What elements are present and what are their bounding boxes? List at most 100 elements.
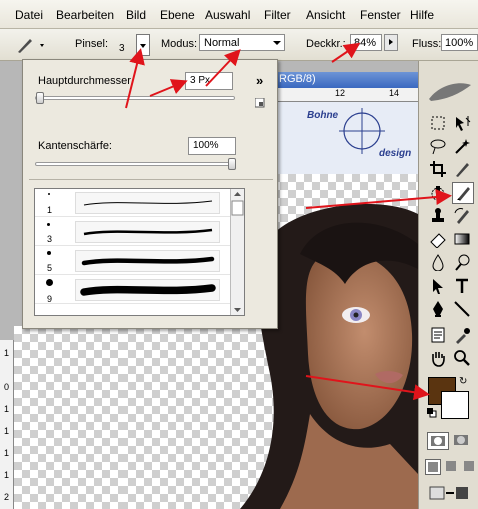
brush-tip-icon [47,223,50,226]
type-icon[interactable] [451,275,473,297]
brush-list-scrollbar[interactable] [230,189,244,315]
hardness-value: 100% [193,140,219,151]
ruler-tick-label: 1 [4,470,10,480]
logo-area: Bohne design [275,102,418,174]
opacity-value: 84% [354,37,377,49]
brush-size-readout: 3 [119,43,125,54]
ruler-tick-label: 1 [4,448,10,458]
diameter-label: Hauptdurchmesser [38,75,131,87]
menu-datei[interactable]: Datei [15,8,43,22]
hardness-slider-handle[interactable] [228,158,236,170]
opacity-field[interactable]: 84% [350,34,382,51]
brush-stroke-preview [75,250,220,272]
menu-ebene[interactable]: Ebene [160,8,195,22]
move-icon[interactable] [451,112,473,134]
panel-divider [29,179,273,180]
lasso-icon[interactable] [427,135,449,157]
line-icon[interactable] [451,298,473,320]
screen-mode-full-menu-icon[interactable] [444,459,460,475]
brush-size-label: 9 [47,294,53,304]
brush-size-label: 5 [47,263,53,273]
ruler-tick-label: 1 [4,426,10,436]
document-title: RGB/8) [279,73,316,85]
marquee-icon[interactable] [427,112,449,134]
canvas-transparency-left [14,326,120,509]
history-brush-icon[interactable] [451,205,473,227]
menu-hilfe[interactable]: Hilfe [410,8,434,22]
brush-tip-icon [48,193,50,195]
ruler-tick-label: 1 [4,404,10,414]
options-bar: Pinsel: 3 Modus: Normal Deckkr.: 84% Flu… [0,29,478,61]
menu-filter[interactable]: Filter [264,8,291,22]
brush-picker-panel: Hauptdurchmesser 3 Px » Kantenschärfe: 1… [22,59,278,329]
default-colors-icon[interactable] [427,408,437,418]
logo-text-bottom: design [379,148,412,159]
brush-preset-item[interactable]: 1 [35,189,230,217]
diameter-field[interactable]: 3 Px [185,72,233,90]
logo-text-top: Bohne [307,110,339,121]
diameter-value: 3 Px [190,75,211,86]
gradient-icon[interactable] [451,228,473,250]
ruler-tick-label: 1 [4,348,10,358]
notes-icon[interactable] [427,324,449,346]
brush-label: Pinsel: [75,38,109,50]
screen-mode-full-icon[interactable] [462,459,478,475]
brush-preset-list[interactable]: 1 3 5 9 [34,188,245,316]
standard-mode-icon[interactable] [427,432,449,450]
feather-icon [429,83,471,101]
flow-field[interactable]: 100% [441,34,478,51]
document-title-bar[interactable]: RGB/8) [275,72,418,88]
screen-mode-standard-icon[interactable] [425,459,441,475]
hardness-label: Kantenschärfe: [38,140,112,152]
save-brush-icon[interactable] [254,97,265,108]
diameter-slider[interactable] [35,96,235,100]
brush-preset-item[interactable]: 5 [35,247,230,275]
brush-size-label: 1 [47,205,53,215]
brush-size-label: 3 [47,234,53,244]
hand-icon[interactable] [427,347,449,369]
eyedropper-icon[interactable] [451,324,473,346]
brush-icon[interactable] [452,182,474,204]
magic-wand-icon[interactable] [451,135,473,157]
brush-stroke-preview [75,279,220,301]
ruler-tick-label: 12 [335,88,346,98]
healing-icon[interactable] [427,182,449,204]
brush-picker-button[interactable] [136,34,150,56]
crop-icon[interactable] [427,158,449,180]
slice-icon[interactable] [451,158,473,180]
brush-tool-preset-icon[interactable] [14,35,46,55]
brush-stroke-preview [75,221,220,243]
pen-icon[interactable] [427,298,449,320]
flow-value: 100% [445,37,474,49]
ruler-tick-label: 14 [389,88,400,98]
dodge-icon[interactable] [451,251,473,273]
eraser-icon[interactable] [427,228,449,250]
opacity-slider-button[interactable] [384,34,398,51]
swap-colors-icon[interactable]: ↻ [459,376,467,387]
diameter-slider-handle[interactable] [36,92,44,104]
menu-bild[interactable]: Bild [126,8,146,22]
brush-preset-item[interactable]: 9 [35,276,230,304]
quick-mask-icon[interactable] [451,432,473,450]
panel-menu-button[interactable]: » [256,73,263,88]
stamp-icon[interactable] [427,205,449,227]
mode-label: Modus: [161,38,198,50]
path-select-icon[interactable] [427,275,449,297]
zoom-icon[interactable] [451,347,473,369]
menu-bar: Datei Bearbeiten Bild Ebene Auswahl Filt… [0,0,478,29]
brush-stroke-preview [75,192,220,214]
ruler-vertical: 1 0 1 1 1 1 2 [0,340,14,509]
menu-bearbeiten[interactable]: Bearbeiten [56,8,114,22]
jump-to-imageready-icon[interactable] [428,483,472,503]
ruler-tick-label: 0 [4,382,10,392]
menu-fenster[interactable]: Fenster [360,8,401,22]
menu-auswahl[interactable]: Auswahl [205,8,250,22]
brush-preset-item[interactable]: 3 [35,218,230,246]
hardness-slider[interactable] [35,162,235,166]
background-color-swatch[interactable] [441,391,469,419]
blur-icon[interactable] [427,251,449,273]
brush-tip-icon [47,251,51,255]
hardness-field[interactable]: 100% [188,137,236,155]
mode-select[interactable]: Normal [199,34,285,51]
menu-ansicht[interactable]: Ansicht [306,8,345,22]
